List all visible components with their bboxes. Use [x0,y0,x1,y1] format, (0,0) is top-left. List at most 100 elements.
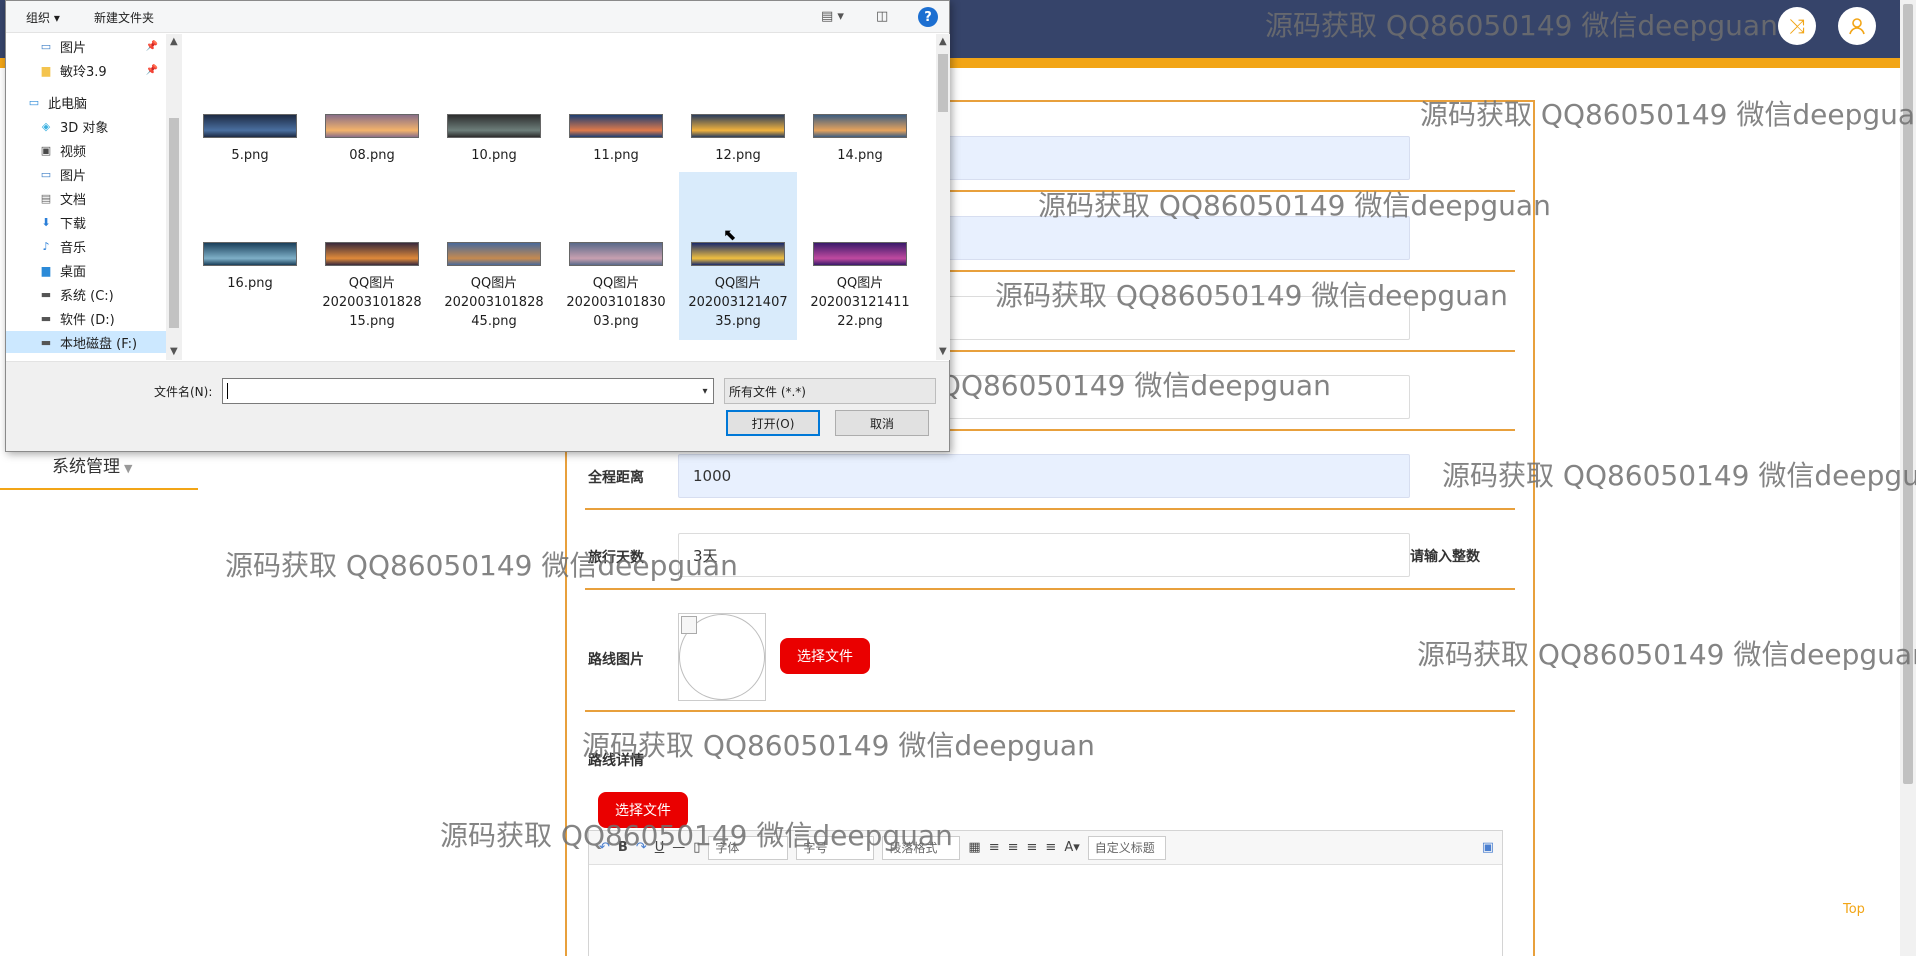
redo-icon[interactable]: ↷ [636,840,647,855]
file-item[interactable]: 16.png [191,172,309,340]
paste-icon[interactable]: ▯ [693,840,700,855]
nav-item-9[interactable]: ♪ 音乐 [6,235,166,257]
file-name: 202003121411 [810,295,910,310]
change-view-icon[interactable]: ▤ ▾ [821,9,844,24]
preview-pane-icon[interactable]: ◫ [876,9,888,24]
scroll-up-icon[interactable]: ▲ [939,36,947,47]
mouse-cursor: ⬉ [723,225,737,244]
fullscreen-icon[interactable]: ▣ [1482,840,1494,855]
file-item[interactable]: 08.png [313,114,431,165]
nav-item-13[interactable]: ▬ 本地磁盘 (F:) [6,331,166,353]
undo-icon[interactable]: ↶ [599,840,610,855]
nav-item-label: 文档 [60,192,87,208]
editor-toolbar: ↶ B ↷ U — ▯ 字体 字号 段落格式 ▦ ≡ ≡ ≡ ≡ A▾ 自定义标… [589,831,1502,865]
align-right-icon[interactable]: ≡ [1008,840,1019,855]
row-divider [585,588,1515,590]
file-item[interactable]: 14.png [801,114,919,165]
nav-item-label: 视频 [60,144,87,160]
distance-input[interactable]: 1000 [678,454,1410,498]
file-thumbnail [447,114,541,138]
nav-item-label: 图片 [60,40,87,56]
sidebar-item-system-management[interactable]: 系统管理 ▼ [52,452,132,477]
page-scrollbar-thumb[interactable] [1903,4,1913,784]
nav-item-label: 软件 (D:) [60,312,115,328]
bold-icon[interactable]: B [618,840,628,855]
paragraph-select[interactable]: 段落格式 [882,835,961,860]
drive-icon: ▬ [40,335,52,349]
custom-title-select[interactable]: 自定义标题 [1087,835,1166,860]
nav-item-12[interactable]: ▬ 软件 (D:) [6,307,166,329]
open-button[interactable]: 打开(O) [726,410,820,436]
file-item[interactable]: QQ图片 202003121407 35.png [679,172,797,340]
page-scrollbar[interactable] [1900,0,1916,956]
shuffle-icon[interactable]: ⤨ [1778,7,1816,45]
scroll-up-icon[interactable]: ▲ [170,36,178,47]
file-list-scrollbar-thumb[interactable] [938,54,948,112]
table-icon[interactable]: ▦ [968,840,980,855]
days-input[interactable]: 3天 [678,533,1410,577]
nav-item-5[interactable]: ▣ 视频 [6,139,166,161]
nav-item-2[interactable]: ▆ 敏玲3.9 📌 [6,59,166,81]
font-select[interactable]: 字体 [708,835,789,860]
filetype-select[interactable]: 所有文件 (*.*) [724,378,936,404]
file-name: QQ图片 [714,276,762,291]
nav-item-3[interactable]: ▭ 此电脑 [6,91,166,113]
nav-item-11[interactable]: ▬ 系统 (C:) [6,283,166,305]
file-item[interactable]: 11.png [557,114,675,165]
file-name: QQ图片 [836,276,884,291]
scroll-down-icon[interactable]: ▼ [939,346,947,357]
help-icon[interactable]: ? [918,7,938,27]
nav-item-4[interactable]: ◈ 3D 对象 [6,115,166,137]
nav-item-7[interactable]: ▤ 文档 [6,187,166,209]
file-name: 202003101828 [444,295,544,310]
file-item[interactable]: 10.png [435,114,553,165]
desktop-icon: ▆ [41,263,51,277]
underline-icon[interactable]: U [655,840,665,855]
horizontal-rule-icon[interactable]: — [672,840,685,855]
file-item[interactable]: 5.png [191,114,309,165]
user-icon[interactable] [1838,7,1876,45]
file-name: 22.png [837,314,883,329]
nav-scrollbar-thumb[interactable] [169,118,179,328]
choose-file-button-2[interactable]: 选择文件 [598,792,688,828]
file-list-scrollbar[interactable]: ▲ ▼ [936,34,950,360]
file-thumbnail [691,242,785,266]
file-name: 16.png [227,276,273,291]
sidebar-divider [0,488,198,490]
route-image-label: 路线图片 [588,652,644,668]
file-name: 08.png [349,148,395,163]
file-name: QQ图片 [348,276,396,291]
filename-history-dropdown[interactable]: ▾ [696,378,714,404]
align-justify-icon[interactable]: ≡ [1045,840,1056,855]
align-center-icon[interactable]: ≡ [1027,840,1038,855]
choose-file-button[interactable]: 选择文件 [780,638,870,674]
file-thumbnail [813,114,907,138]
file-thumbnail [447,242,541,266]
nav-item-8[interactable]: ⬇ 下载 [6,211,166,233]
filename-input[interactable] [222,378,714,404]
file-name: 202003101828 [322,295,422,310]
rich-text-editor[interactable]: ↶ B ↷ U — ▯ 字体 字号 段落格式 ▦ ≡ ≡ ≡ ≡ A▾ 自定义标… [588,830,1503,956]
new-folder-button[interactable]: 新建文件夹 [94,9,154,26]
route-detail-label: 路线详情 [588,753,644,769]
organize-menu[interactable]: 组织 ▾ [26,9,60,26]
nav-scrollbar[interactable]: ▲ ▼ [166,34,182,360]
file-item[interactable]: QQ图片 202003121411 22.png [801,172,919,340]
back-to-top-link[interactable]: Top [1843,902,1865,917]
video-icon: ▣ [40,143,52,157]
font-color-icon[interactable]: A▾ [1064,840,1079,855]
nav-item-10[interactable]: ▆ 桌面 [6,259,166,281]
filename-label: 文件名(N): [154,385,213,399]
file-item[interactable]: QQ图片 202003101828 45.png [435,172,553,340]
file-thumbnail [569,242,663,266]
nav-item-6[interactable]: ▭ 图片 [6,163,166,185]
file-name: 45.png [471,314,517,329]
scroll-down-icon[interactable]: ▼ [170,346,178,357]
cancel-button[interactable]: 取消 [835,410,929,436]
nav-item-1[interactable]: ▭ 图片 📌 [6,35,166,57]
file-item[interactable]: QQ图片 202003101830 03.png [557,172,675,340]
file-item[interactable]: QQ图片 202003101828 15.png [313,172,431,340]
size-select[interactable]: 字号 [796,835,875,860]
file-item[interactable]: 12.png [679,114,797,165]
align-left-icon[interactable]: ≡ [989,840,1000,855]
